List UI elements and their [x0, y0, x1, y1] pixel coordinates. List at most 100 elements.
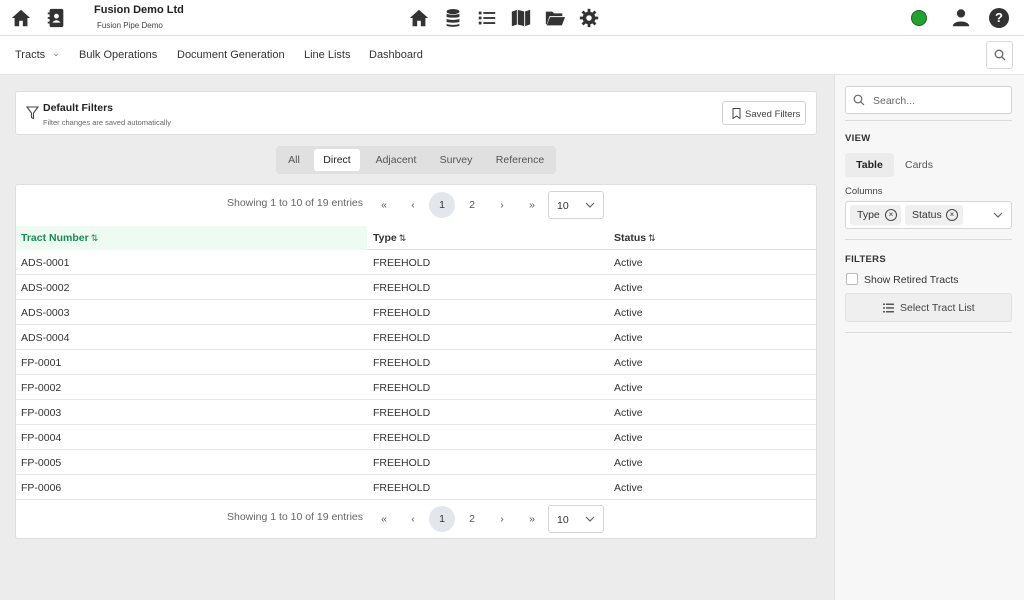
remove-chip-icon[interactable]: ×	[885, 209, 897, 221]
filters-heading: FILTERS	[845, 254, 886, 265]
organization-name: Fusion Demo Ltd	[94, 4, 184, 16]
cell-status: Active	[614, 257, 643, 269]
tab-adjacent[interactable]: Adjacent	[368, 149, 424, 171]
pagination-top: Showing 1 to 10 of 19 entries « ‹ 1 2 › …	[16, 187, 816, 219]
column-header-tract-number[interactable]: Tract Number ⇅	[16, 226, 367, 250]
view-table-option[interactable]: Table	[845, 153, 894, 177]
cell-status: Active	[614, 382, 643, 394]
database-icon[interactable]	[442, 7, 464, 29]
column-header-type[interactable]: Type ⇅	[368, 226, 608, 250]
table-row[interactable]: FP-0003 FREEHOLD Active	[16, 400, 816, 425]
view-cards-option[interactable]: Cards	[895, 153, 943, 177]
cell-tract-number: FP-0005	[21, 457, 62, 469]
show-retired-checkbox[interactable]	[846, 273, 858, 285]
home-icon[interactable]	[10, 7, 32, 29]
folder-icon[interactable]	[544, 7, 566, 29]
table-row[interactable]: FP-0005 FREEHOLD Active	[16, 450, 816, 475]
page-size-select[interactable]: 10	[548, 191, 604, 219]
divider	[845, 332, 1012, 333]
nav-tracts-label: Tracts	[15, 49, 46, 61]
columns-multiselect[interactable]: Type × Status ×	[845, 201, 1012, 229]
cell-tract-number: FP-0001	[21, 357, 62, 369]
tab-direct[interactable]: Direct	[314, 149, 360, 171]
table-row[interactable]: FP-0006 FREEHOLD Active	[16, 475, 816, 500]
prev-page-button[interactable]: ‹	[400, 192, 426, 218]
nav-document-generation[interactable]: Document Generation	[177, 49, 285, 61]
page-1-button[interactable]: 1	[429, 192, 455, 218]
sort-icon: ⇅	[90, 233, 99, 243]
chip-label: Status	[912, 209, 942, 221]
search-icon	[853, 94, 865, 106]
pagination-bottom: Showing 1 to 10 of 19 entries « ‹ 1 2 › …	[16, 501, 816, 533]
nav-dashboard[interactable]: Dashboard	[369, 49, 423, 61]
cell-tract-number: FP-0006	[21, 482, 62, 494]
contacts-icon[interactable]	[45, 7, 67, 29]
home-icon[interactable]	[408, 7, 430, 29]
column-header-label: Status	[614, 232, 647, 244]
table-row[interactable]: FP-0004 FREEHOLD Active	[16, 425, 816, 450]
map-icon[interactable]	[510, 7, 532, 29]
last-page-button[interactable]: »	[519, 192, 545, 218]
nav-tracts[interactable]: Tracts ⌄	[15, 48, 60, 61]
right-sidebar: Search... VIEW Table Cards Columns Type …	[834, 75, 1024, 600]
divider	[845, 239, 1012, 240]
next-page-button[interactable]: ›	[489, 506, 515, 532]
saved-filters-label: Saved Filters	[745, 109, 801, 120]
sort-icon: ⇅	[648, 233, 656, 243]
table-row[interactable]: ADS-0004 FREEHOLD Active	[16, 325, 816, 350]
cell-status: Active	[614, 482, 643, 494]
connection-status-indicator	[911, 10, 927, 26]
column-header-label: Type	[373, 232, 397, 244]
tab-reference[interactable]: Reference	[488, 149, 552, 171]
page-size-select[interactable]: 10	[548, 505, 604, 533]
show-retired-label[interactable]: Show Retired Tracts	[864, 274, 959, 286]
cell-type: FREEHOLD	[373, 332, 431, 344]
table-row[interactable]: FP-0001 FREEHOLD Active	[16, 350, 816, 375]
cell-tract-number: FP-0004	[21, 432, 62, 444]
tab-survey[interactable]: Survey	[432, 149, 480, 171]
user-icon[interactable]	[950, 7, 972, 29]
bookmark-icon	[732, 108, 741, 119]
first-page-button[interactable]: «	[371, 192, 397, 218]
nav-bulk-operations[interactable]: Bulk Operations	[79, 49, 157, 61]
page-size-value: 10	[557, 200, 569, 212]
sort-icon: ⇅	[398, 233, 407, 243]
gear-icon[interactable]	[578, 7, 600, 29]
table-row[interactable]: ADS-0003 FREEHOLD Active	[16, 300, 816, 325]
organization-block: Fusion Demo Ltd Fusion Pipe Demo	[94, 4, 184, 31]
nav-line-lists[interactable]: Line Lists	[304, 49, 350, 61]
page-2-button[interactable]: 2	[459, 192, 485, 218]
list-icon[interactable]	[476, 7, 498, 29]
table-row[interactable]: ADS-0001 FREEHOLD Active	[16, 250, 816, 275]
global-search-button[interactable]	[986, 41, 1013, 69]
tab-all[interactable]: All	[282, 149, 306, 171]
select-tract-list-button[interactable]: Select Tract List	[845, 293, 1012, 322]
remove-chip-icon[interactable]: ×	[946, 209, 958, 221]
cell-status: Active	[614, 432, 643, 444]
chip-label: Type	[857, 209, 880, 221]
last-page-button[interactable]: »	[519, 506, 545, 532]
page-2-button[interactable]: 2	[459, 506, 485, 532]
columns-label: Columns	[845, 186, 883, 197]
chevron-down-icon	[993, 212, 1003, 218]
sidebar-search-input[interactable]: Search...	[845, 86, 1012, 114]
help-icon[interactable]: ?	[989, 8, 1009, 28]
table-row[interactable]: FP-0002 FREEHOLD Active	[16, 375, 816, 400]
cell-status: Active	[614, 357, 643, 369]
cell-type: FREEHOLD	[373, 382, 431, 394]
table-row[interactable]: ADS-0002 FREEHOLD Active	[16, 275, 816, 300]
top-bar: Fusion Demo Ltd Fusion Pipe Demo ?	[0, 0, 1024, 36]
cell-status: Active	[614, 307, 643, 319]
first-page-button[interactable]: «	[371, 506, 397, 532]
tracts-table-card: Showing 1 to 10 of 19 entries « ‹ 1 2 › …	[15, 184, 817, 539]
column-chip-type: Type ×	[850, 205, 901, 225]
page-1-button[interactable]: 1	[429, 506, 455, 532]
cell-status: Active	[614, 407, 643, 419]
prev-page-button[interactable]: ‹	[400, 506, 426, 532]
main-toolbar	[408, 7, 600, 29]
next-page-button[interactable]: ›	[489, 192, 515, 218]
tract-category-tabs: All Direct Adjacent Survey Reference	[276, 146, 556, 174]
cell-tract-number: FP-0002	[21, 382, 62, 394]
saved-filters-button[interactable]: Saved Filters	[722, 101, 806, 125]
column-header-status[interactable]: Status ⇅	[609, 226, 809, 250]
